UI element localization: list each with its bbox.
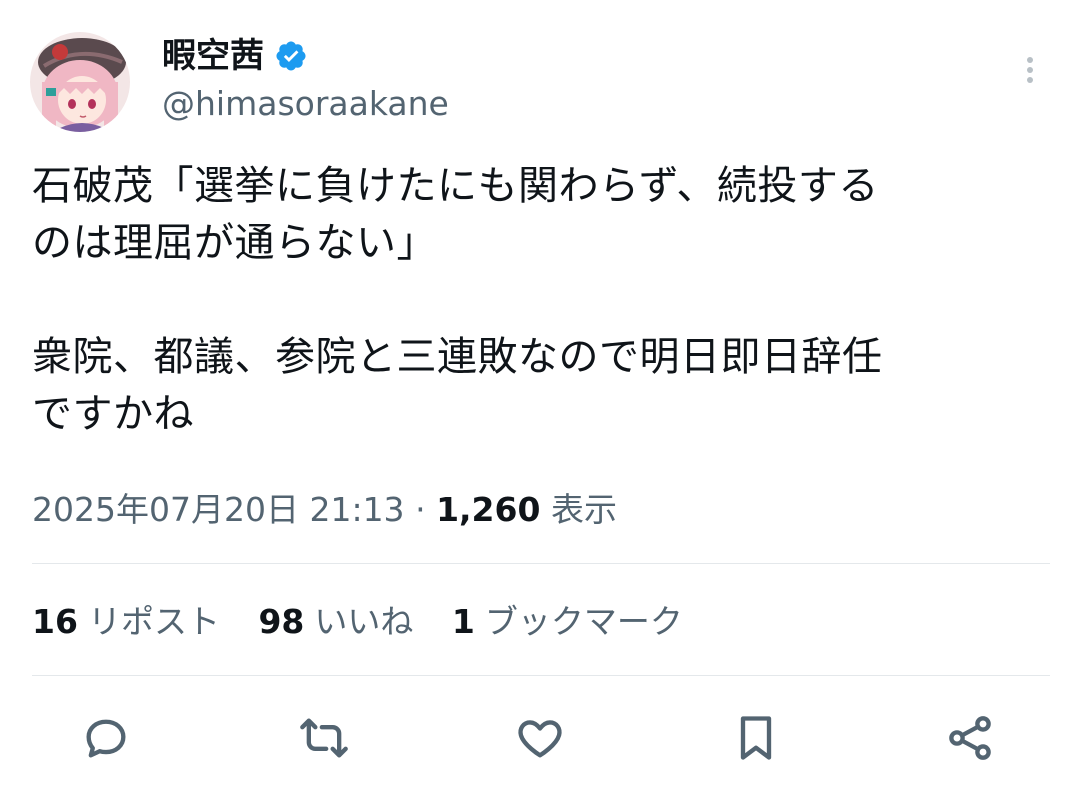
- views-label: 表示: [550, 490, 617, 529]
- likes-stat[interactable]: 98 いいね: [258, 602, 413, 641]
- repost-icon[interactable]: [294, 708, 354, 768]
- divider: [32, 675, 1050, 676]
- likes-label: いいね: [314, 602, 414, 641]
- share-icon[interactable]: [940, 708, 1000, 768]
- bookmark-icon[interactable]: [726, 708, 786, 768]
- reposts-count: 16: [32, 602, 78, 641]
- bookmarks-label: ブックマーク: [484, 602, 683, 641]
- avatar[interactable]: [30, 32, 130, 132]
- user-handle[interactable]: @himasoraakane: [162, 84, 449, 124]
- engagement-stats: 16 リポスト 98 いいね 1 ブックマーク: [32, 600, 711, 644]
- timestamp[interactable]: 2025年07月20日 21:13: [32, 490, 405, 529]
- display-name[interactable]: 暇空茜: [162, 36, 264, 76]
- reposts-stat[interactable]: 16 リポスト: [32, 602, 220, 641]
- action-bar: [0, 708, 1080, 768]
- bookmarks-stat[interactable]: 1 ブックマーク: [452, 602, 683, 641]
- reply-icon[interactable]: [76, 708, 136, 768]
- likes-count: 98: [258, 602, 305, 641]
- bookmarks-count: 1: [451, 602, 475, 641]
- tweet-text: 石破茂「選挙に負けたにも関わらず、続投する のは理屈が通らない」 衆院、都議、参…: [32, 163, 883, 437]
- verified-badge-icon: [274, 39, 308, 73]
- more-vertical-icon[interactable]: [1012, 52, 1048, 88]
- views-count: 1,260: [436, 490, 541, 529]
- divider: [32, 563, 1050, 564]
- display-name-row[interactable]: 暇空茜: [162, 36, 308, 76]
- meta-separator: ·: [415, 490, 426, 529]
- reposts-label: リポスト: [87, 602, 220, 641]
- heart-icon[interactable]: [510, 708, 570, 768]
- tweet-meta: 2025年07月20日 21:13 · 1,260 表示: [32, 488, 617, 532]
